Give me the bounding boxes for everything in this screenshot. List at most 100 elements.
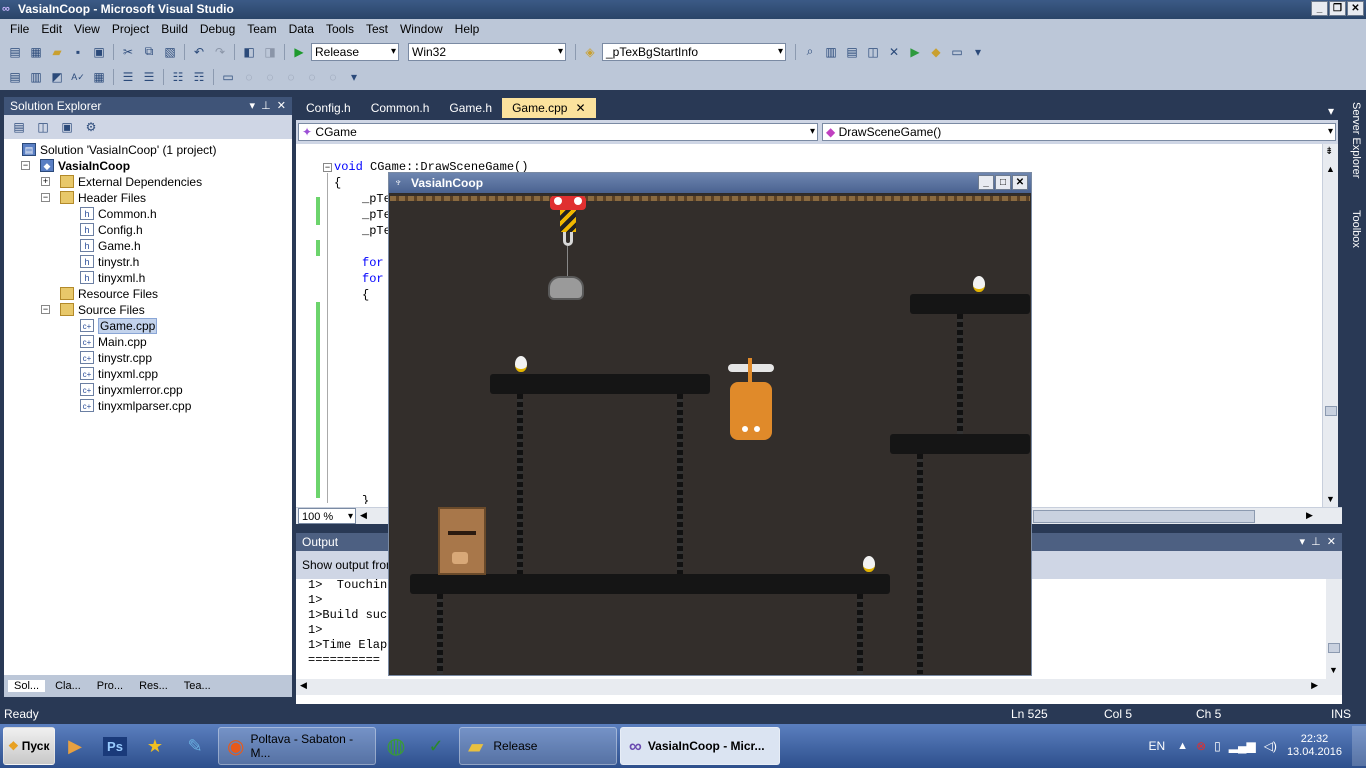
previous-bookmark-icon[interactable]: ◌ bbox=[240, 68, 258, 86]
editor-vertical-scrollbar[interactable]: ⇟ ▲ ▼ bbox=[1322, 144, 1338, 508]
tree-item[interactable]: c+ tinyxml.cpp bbox=[4, 366, 292, 382]
class-view-icon[interactable]: ⚙ bbox=[82, 118, 100, 136]
tree-item[interactable]: ▤ Solution 'VasiaInCoop' (1 project) bbox=[4, 142, 292, 158]
toolbar-options-icon[interactable]: ▾ bbox=[969, 43, 987, 61]
display-object-member-list-icon[interactable]: ▤ bbox=[6, 68, 24, 86]
cut-icon[interactable]: ✂ bbox=[119, 43, 137, 61]
minimize-button[interactable]: _ bbox=[1311, 1, 1328, 16]
collapse-icon[interactable]: − bbox=[21, 161, 30, 170]
clock[interactable]: 22:32 13.04.2016 bbox=[1287, 733, 1342, 759]
tree-item[interactable]: c+ tinyxmlerror.cpp bbox=[4, 382, 292, 398]
taskbar-firefox[interactable]: ◉ Poltava - Sabaton - M... bbox=[218, 727, 376, 765]
tab-resource-view[interactable]: Res... bbox=[133, 680, 174, 692]
tab-property-manager[interactable]: Pro... bbox=[91, 680, 129, 692]
show-desktop-button[interactable] bbox=[1352, 726, 1366, 766]
scroll-left-icon[interactable]: ◀ bbox=[360, 510, 367, 521]
copy-icon[interactable]: ⧉ bbox=[140, 43, 158, 61]
toolbox-icon[interactable]: ✕ bbox=[885, 43, 903, 61]
server-explorer-tab[interactable]: Server Explorer bbox=[1348, 102, 1362, 202]
tree-item[interactable]: c+ Game.cpp bbox=[4, 318, 292, 334]
toolbox-tab[interactable]: Toolbox bbox=[1348, 210, 1362, 270]
scroll-thumb[interactable] bbox=[1325, 406, 1337, 416]
star-app-icon[interactable]: ★ bbox=[135, 728, 175, 764]
tree-item[interactable]: Resource Files bbox=[4, 286, 292, 302]
find-in-files-icon[interactable]: ◈ bbox=[581, 43, 599, 61]
refresh-icon[interactable]: ◫ bbox=[34, 118, 52, 136]
show-all-files-icon[interactable]: ▤ bbox=[10, 118, 28, 136]
toolbar2-options-icon[interactable]: ▾ bbox=[345, 68, 363, 86]
comment-out-icon[interactable]: ☷ bbox=[169, 68, 187, 86]
increase-indent-icon[interactable]: ☰ bbox=[140, 68, 158, 86]
close-button[interactable]: ✕ bbox=[1347, 1, 1364, 16]
tab-config-h[interactable]: Config.h bbox=[296, 98, 361, 118]
horizontal-scroll-thumb[interactable] bbox=[1033, 510, 1255, 523]
game-window[interactable]: ♆ VasiaInCoop _ □ ✕ bbox=[388, 172, 1032, 676]
paint-icon[interactable]: ✎ bbox=[175, 728, 215, 764]
tree-item[interactable]: h Common.h bbox=[4, 206, 292, 222]
menu-data[interactable]: Data bbox=[283, 22, 320, 36]
menu-file[interactable]: File bbox=[4, 22, 35, 36]
menu-view[interactable]: View bbox=[68, 22, 106, 36]
parameter-info-icon[interactable]: ▥ bbox=[27, 68, 45, 86]
output-scroll-thumb[interactable] bbox=[1328, 643, 1340, 653]
menu-window[interactable]: Window bbox=[394, 22, 449, 36]
tree-item[interactable]: h tinystr.h bbox=[4, 254, 292, 270]
solution-platform-combo[interactable]: Win32 bbox=[408, 42, 566, 61]
next-bookmark-icon[interactable]: ◌ bbox=[261, 68, 279, 86]
volume-icon[interactable]: ◁) bbox=[1264, 739, 1277, 753]
tab-common-h[interactable]: Common.h bbox=[361, 98, 440, 118]
menu-team[interactable]: Team bbox=[241, 22, 282, 36]
media-player-icon[interactable]: ▶ bbox=[55, 728, 95, 764]
game-canvas[interactable] bbox=[390, 194, 1030, 674]
find-icon[interactable]: ⌕ bbox=[801, 43, 819, 61]
game-maximize-button[interactable]: □ bbox=[995, 175, 1011, 190]
complete-word-icon[interactable]: A✓ bbox=[69, 68, 87, 86]
output-scroll-left-icon[interactable]: ◀ bbox=[300, 680, 307, 691]
class-combo[interactable]: ✦ CGame bbox=[298, 123, 818, 141]
previous-bookmark-in-folder-icon[interactable]: ◌ bbox=[282, 68, 300, 86]
start-button[interactable]: ❖ Пуск bbox=[3, 727, 55, 765]
tree-item[interactable]: h Config.h bbox=[4, 222, 292, 238]
output-horizontal-scrollbar[interactable]: ◀ ▶ bbox=[296, 679, 1342, 695]
tree-item[interactable]: h tinyxml.h bbox=[4, 270, 292, 286]
properties-icon[interactable]: ▤ bbox=[843, 43, 861, 61]
tree-item[interactable]: − ◆ VasiaInCoop bbox=[4, 158, 292, 174]
clear-bookmarks-icon[interactable]: ◌ bbox=[324, 68, 342, 86]
object-browser-icon[interactable]: ◫ bbox=[864, 43, 882, 61]
menu-debug[interactable]: Debug bbox=[194, 22, 241, 36]
menu-build[interactable]: Build bbox=[155, 22, 194, 36]
taskbar-explorer-release[interactable]: ▰ Release bbox=[459, 727, 617, 765]
solution-explorer-icon[interactable]: ▥ bbox=[822, 43, 840, 61]
tree-item[interactable]: c+ Main.cpp bbox=[4, 334, 292, 350]
taskbar-visual-studio[interactable]: ∞ VasiaInCoop - Micr... bbox=[620, 727, 780, 765]
menu-test[interactable]: Test bbox=[360, 22, 394, 36]
output-vertical-scrollbar[interactable]: ▼ bbox=[1326, 579, 1342, 679]
add-item-icon[interactable]: ▦ bbox=[27, 43, 45, 61]
scroll-right-icon[interactable]: ▶ bbox=[1306, 510, 1313, 521]
tree-item[interactable]: − Header Files bbox=[4, 190, 292, 206]
collapse-icon[interactable]: − bbox=[41, 193, 50, 202]
close-tab-icon[interactable]: ✕ bbox=[575, 98, 585, 118]
redo-icon[interactable]: ↷ bbox=[211, 43, 229, 61]
network-error-icon[interactable]: ⊗ bbox=[1196, 739, 1206, 753]
new-project-icon[interactable]: ▤ bbox=[6, 43, 24, 61]
language-indicator[interactable]: EN bbox=[1149, 739, 1166, 753]
uncomment-icon[interactable]: ☶ bbox=[190, 68, 208, 86]
chrome-icon[interactable]: ◍ bbox=[376, 728, 416, 764]
output-scroll-right-icon[interactable]: ▶ bbox=[1311, 680, 1318, 691]
zoom-combo[interactable]: 100 % bbox=[298, 508, 356, 525]
menu-tools[interactable]: Tools bbox=[320, 22, 360, 36]
split-icon[interactable]: ⇟ bbox=[1325, 146, 1333, 157]
tab-game-cpp[interactable]: Game.cpp ✕ bbox=[502, 98, 596, 118]
collapse-outline-icon[interactable]: − bbox=[323, 163, 332, 172]
save-icon[interactable]: ▪ bbox=[69, 43, 87, 61]
tab-team-explorer[interactable]: Tea... bbox=[178, 680, 217, 692]
tree-item[interactable]: + External Dependencies bbox=[4, 174, 292, 190]
game-minimize-button[interactable]: _ bbox=[978, 175, 994, 190]
usb-icon[interactable]: ▯ bbox=[1214, 739, 1221, 753]
menu-edit[interactable]: Edit bbox=[35, 22, 68, 36]
start-page-icon[interactable]: ▶ bbox=[906, 43, 924, 61]
collapse-icon[interactable]: − bbox=[41, 305, 50, 314]
menu-project[interactable]: Project bbox=[106, 22, 155, 36]
properties-icon[interactable]: ▣ bbox=[58, 118, 76, 136]
